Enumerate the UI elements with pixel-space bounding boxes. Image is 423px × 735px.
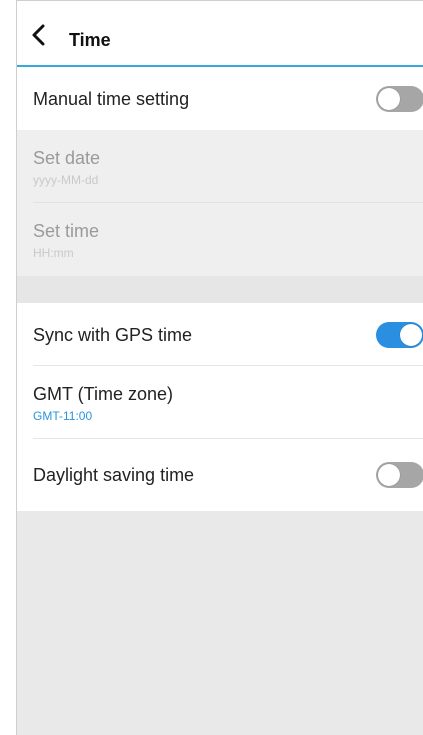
set-date-row[interactable]: Set date yyyy-MM-dd <box>17 130 423 203</box>
manual-time-row[interactable]: Manual time setting <box>17 67 423 130</box>
daylight-row[interactable]: Daylight saving time <box>17 439 423 511</box>
manual-time-toggle[interactable] <box>376 86 423 112</box>
daylight-label: Daylight saving time <box>33 465 195 485</box>
timezone-label: GMT (Time zone) <box>33 384 174 404</box>
back-chevron-icon[interactable] <box>27 23 51 47</box>
toggle-knob <box>400 324 422 346</box>
page-title: Time <box>69 30 111 50</box>
section-gap <box>17 276 423 303</box>
daylight-toggle[interactable] <box>376 462 423 488</box>
timezone-value: GMT-11:00 <box>33 409 93 423</box>
toggle-knob <box>378 464 400 486</box>
set-time-placeholder: HH:mm <box>33 246 74 260</box>
manual-time-label: Manual time setting <box>33 89 190 109</box>
gps-sync-row[interactable]: Sync with GPS time <box>17 303 423 366</box>
screen: Time Manual time setting Set date yyyy-M… <box>16 0 423 735</box>
gps-sync-label: Sync with GPS time <box>33 325 193 345</box>
set-date-label: Set date <box>33 148 101 168</box>
gps-sync-toggle[interactable] <box>376 322 423 348</box>
header-bar: Time <box>17 1 423 67</box>
set-time-label: Set time <box>33 221 100 241</box>
set-time-row[interactable]: Set time HH:mm <box>17 203 423 276</box>
timezone-row[interactable]: GMT (Time zone) GMT-11:00 <box>17 366 423 439</box>
toggle-knob <box>378 88 400 110</box>
set-date-placeholder: yyyy-MM-dd <box>33 173 99 187</box>
